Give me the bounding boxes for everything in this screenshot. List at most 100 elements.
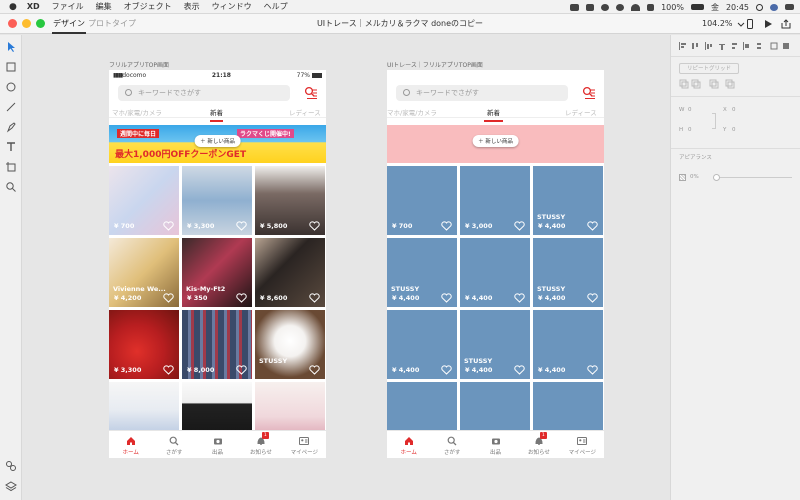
campaign-banner[interactable]: ＋ 新しい商品 (387, 125, 604, 163)
pen-tool-icon[interactable] (5, 121, 17, 133)
item-tile[interactable]: ¥ 700 (387, 166, 457, 235)
tab-prototype[interactable]: プロトタイプ (88, 14, 136, 34)
artboard-trace[interactable]: キーワードでさがす マホ/家電/カメラ 新着 レディース ＋ 新しい商品 ¥ 7… (387, 70, 604, 458)
heart-icon[interactable] (163, 293, 174, 303)
nav-notifications[interactable]: 1 お知らせ (517, 431, 560, 458)
tab-electronics[interactable]: マホ/家電/カメラ (112, 107, 162, 117)
tab-design[interactable]: デザイン (52, 14, 86, 34)
tab-new[interactable]: 新着 (484, 107, 503, 122)
heart-icon[interactable] (163, 221, 174, 231)
opacity-slider-handle[interactable] (713, 174, 720, 181)
search-input[interactable]: キーワードでさがす (118, 85, 290, 101)
item-tile[interactable]: ¥ 3,300 (182, 166, 252, 235)
menu-time[interactable]: 20:45 (726, 3, 749, 12)
artboard-original[interactable]: ▮▮▮▮ docomo 21:18 77% キーワードでさがす マホ/家電/カメ… (109, 70, 326, 458)
heart-icon[interactable] (441, 293, 452, 303)
y-field[interactable]: 0 (732, 127, 736, 133)
boolean-ops-icons[interactable] (679, 79, 739, 89)
x-field[interactable]: 0 (732, 107, 736, 113)
menu-extra-icon[interactable] (586, 3, 595, 11)
spotlight-icon[interactable] (756, 3, 763, 11)
device-preview-icon[interactable] (745, 19, 755, 29)
heart-icon[interactable] (441, 365, 452, 375)
heart-icon[interactable] (587, 221, 598, 231)
menu-object[interactable]: オブジェクト (124, 1, 172, 12)
menu-list-icon[interactable] (785, 4, 794, 10)
select-tool-icon[interactable] (5, 41, 17, 53)
nav-mypage[interactable]: マイページ (283, 431, 326, 458)
clock-icon[interactable] (616, 3, 625, 11)
heart-icon[interactable] (163, 365, 174, 375)
menu-edit[interactable]: 編集 (96, 1, 112, 12)
heart-icon[interactable] (514, 293, 525, 303)
line-icon[interactable] (570, 3, 580, 11)
canvas[interactable]: フリルアプリTOP画面 UIトレース｜フリルアプリTOP画面 ▮▮▮▮ doco… (23, 35, 669, 500)
item-tile[interactable]: STUSSY ¥ 4,400 (460, 310, 530, 379)
width-field[interactable]: 0 (688, 107, 692, 113)
repeat-grid-button[interactable]: リピートグリッド (679, 63, 739, 74)
sync-icon[interactable] (601, 3, 610, 11)
item-tile[interactable]: STUSSY ¥ 4,400 (533, 238, 603, 307)
item-tile[interactable]: STUSSY (255, 310, 325, 379)
wifi-icon[interactable] (631, 3, 641, 11)
heart-icon[interactable] (309, 365, 320, 375)
assets-icon[interactable] (5, 460, 17, 472)
opacity-value[interactable]: 0% (690, 174, 699, 180)
ellipse-tool-icon[interactable] (5, 81, 17, 93)
menu-help[interactable]: ヘルプ (264, 1, 288, 12)
item-tile[interactable]: ¥ 4,400 (533, 310, 603, 379)
list-search-icon[interactable] (582, 86, 596, 100)
item-tile[interactable]: ¥ 3,000 (460, 166, 530, 235)
nav-home[interactable]: ホーム (387, 431, 430, 458)
search-input[interactable]: キーワードでさがす (396, 85, 568, 101)
menu-window[interactable]: ウィンドウ (212, 1, 252, 12)
menu-view[interactable]: 表示 (184, 1, 200, 12)
zoom-tool-icon[interactable] (5, 181, 17, 193)
heart-icon[interactable] (309, 221, 320, 231)
rectangle-tool-icon[interactable] (5, 61, 17, 73)
height-field[interactable]: 0 (688, 127, 692, 133)
nav-sell[interactable]: 出品 (196, 431, 239, 458)
heart-icon[interactable] (236, 365, 247, 375)
battery-icon[interactable] (690, 4, 704, 10)
heart-icon[interactable] (587, 365, 598, 375)
artboard-label[interactable]: UIトレース｜フリルアプリTOP画面 (387, 60, 483, 69)
item-tile[interactable]: STUSSY ¥ 4,400 (387, 238, 457, 307)
nav-notifications[interactable]: 1 お知らせ (239, 431, 282, 458)
new-items-pill[interactable]: ＋ 新しい商品 (194, 135, 241, 147)
item-tile[interactable]: ¥ 8,000 (182, 310, 252, 379)
menu-app-name[interactable]: XD (27, 2, 40, 11)
item-tile[interactable]: STUSSY ¥ 4,400 (533, 166, 603, 235)
tab-ladies[interactable]: レディース (565, 107, 597, 117)
new-items-pill[interactable]: ＋ 新しい商品 (472, 135, 519, 147)
artboard-tool-icon[interactable] (5, 161, 17, 173)
tab-ladies[interactable]: レディース (289, 107, 321, 117)
nav-sell[interactable]: 出品 (474, 431, 517, 458)
user-avatar-icon[interactable] (770, 3, 778, 11)
heart-icon[interactable] (236, 293, 247, 303)
heart-icon[interactable] (441, 221, 452, 231)
menu-file[interactable]: ファイル (52, 1, 84, 12)
tab-new[interactable]: 新着 (210, 107, 223, 122)
item-tile[interactable]: ¥ 8,600 (255, 238, 325, 307)
item-tile[interactable]: Vivienne We... ¥ 4,200 (109, 238, 179, 307)
tab-electronics[interactable]: マホ/家電/カメラ (387, 107, 437, 117)
item-tile[interactable]: Kis-My-Ft2 ¥ 350 (182, 238, 252, 307)
heart-icon[interactable] (514, 365, 525, 375)
campaign-banner[interactable]: 週間中に毎日 ラクマくじ開催中! 最大1,000円OFFクーポンGET ＋ 新し… (109, 125, 326, 163)
artboard-label[interactable]: フリルアプリTOP画面 (109, 60, 169, 69)
item-tile[interactable]: ¥ 3,300 (109, 310, 179, 379)
item-tile[interactable]: ¥ 4,400 (387, 310, 457, 379)
nav-mypage[interactable]: マイページ (561, 431, 604, 458)
nav-search[interactable]: さがす (152, 431, 195, 458)
text-tool-icon[interactable] (5, 141, 17, 153)
apple-icon[interactable]: ● (9, 2, 17, 12)
zoom-window-button[interactable] (36, 19, 45, 28)
share-icon[interactable] (781, 19, 791, 29)
close-window-button[interactable] (8, 19, 17, 28)
play-icon[interactable] (763, 19, 773, 29)
lock-aspect-icon[interactable] (712, 113, 716, 129)
item-tile[interactable]: ¥ 5,800 (255, 166, 325, 235)
item-tile[interactable]: ¥ 4,400 (460, 238, 530, 307)
align-icons[interactable] (679, 41, 791, 51)
